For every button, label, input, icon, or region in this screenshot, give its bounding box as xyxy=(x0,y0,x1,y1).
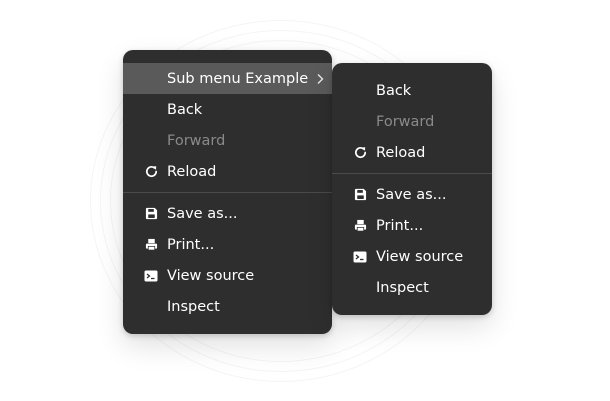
menu-item-label: Reload xyxy=(167,163,217,180)
print-icon xyxy=(352,210,368,241)
submenu-item-reload[interactable]: Reload xyxy=(332,137,492,168)
terminal-icon xyxy=(143,260,159,291)
menu-separator xyxy=(123,192,332,193)
submenu-item-forward[interactable]: Forward xyxy=(332,106,492,137)
menu-item-label: Inspect xyxy=(167,298,220,315)
reload-icon xyxy=(352,137,368,168)
menu-item-sub-menu-example[interactable]: Sub menu Example xyxy=(123,63,332,94)
menu-item-label: Print... xyxy=(167,236,215,253)
context-menu: Sub menu Example Back Forward Reload Sav… xyxy=(123,50,332,334)
menu-item-label: Save as... xyxy=(376,186,447,203)
menu-item-label: Back xyxy=(167,101,203,118)
menu-item-label: Sub menu Example xyxy=(167,70,309,87)
print-icon xyxy=(143,229,159,260)
submenu: Back Forward Reload Save as... Print... … xyxy=(332,63,492,315)
submenu-item-view-source[interactable]: View source xyxy=(332,241,492,272)
menu-item-label: Print... xyxy=(376,217,424,234)
chevron-right-icon xyxy=(316,63,324,94)
menu-item-forward[interactable]: Forward xyxy=(123,125,332,156)
menu-item-view-source[interactable]: View source xyxy=(123,260,332,291)
menu-item-label: Reload xyxy=(376,144,426,161)
menu-item-label: Save as... xyxy=(167,205,238,222)
menu-item-label: Forward xyxy=(376,113,435,130)
submenu-item-back[interactable]: Back xyxy=(332,75,492,106)
menu-item-back[interactable]: Back xyxy=(123,94,332,125)
submenu-item-print[interactable]: Print... xyxy=(332,210,492,241)
save-icon xyxy=(352,179,368,210)
menu-item-label: Forward xyxy=(167,132,226,149)
stage: Sub menu Example Back Forward Reload Sav… xyxy=(0,0,610,401)
menu-separator xyxy=(332,173,492,174)
terminal-icon xyxy=(352,241,368,272)
menu-item-reload[interactable]: Reload xyxy=(123,156,332,187)
menu-item-print[interactable]: Print... xyxy=(123,229,332,260)
save-icon xyxy=(143,198,159,229)
menu-item-label: View source xyxy=(376,248,464,265)
menu-item-label: Back xyxy=(376,82,412,99)
submenu-item-save-as[interactable]: Save as... xyxy=(332,179,492,210)
submenu-item-inspect[interactable]: Inspect xyxy=(332,272,492,303)
menu-item-label: Inspect xyxy=(376,279,429,296)
menu-item-inspect[interactable]: Inspect xyxy=(123,291,332,322)
reload-icon xyxy=(143,156,159,187)
menu-item-save-as[interactable]: Save as... xyxy=(123,198,332,229)
menu-item-label: View source xyxy=(167,267,255,284)
